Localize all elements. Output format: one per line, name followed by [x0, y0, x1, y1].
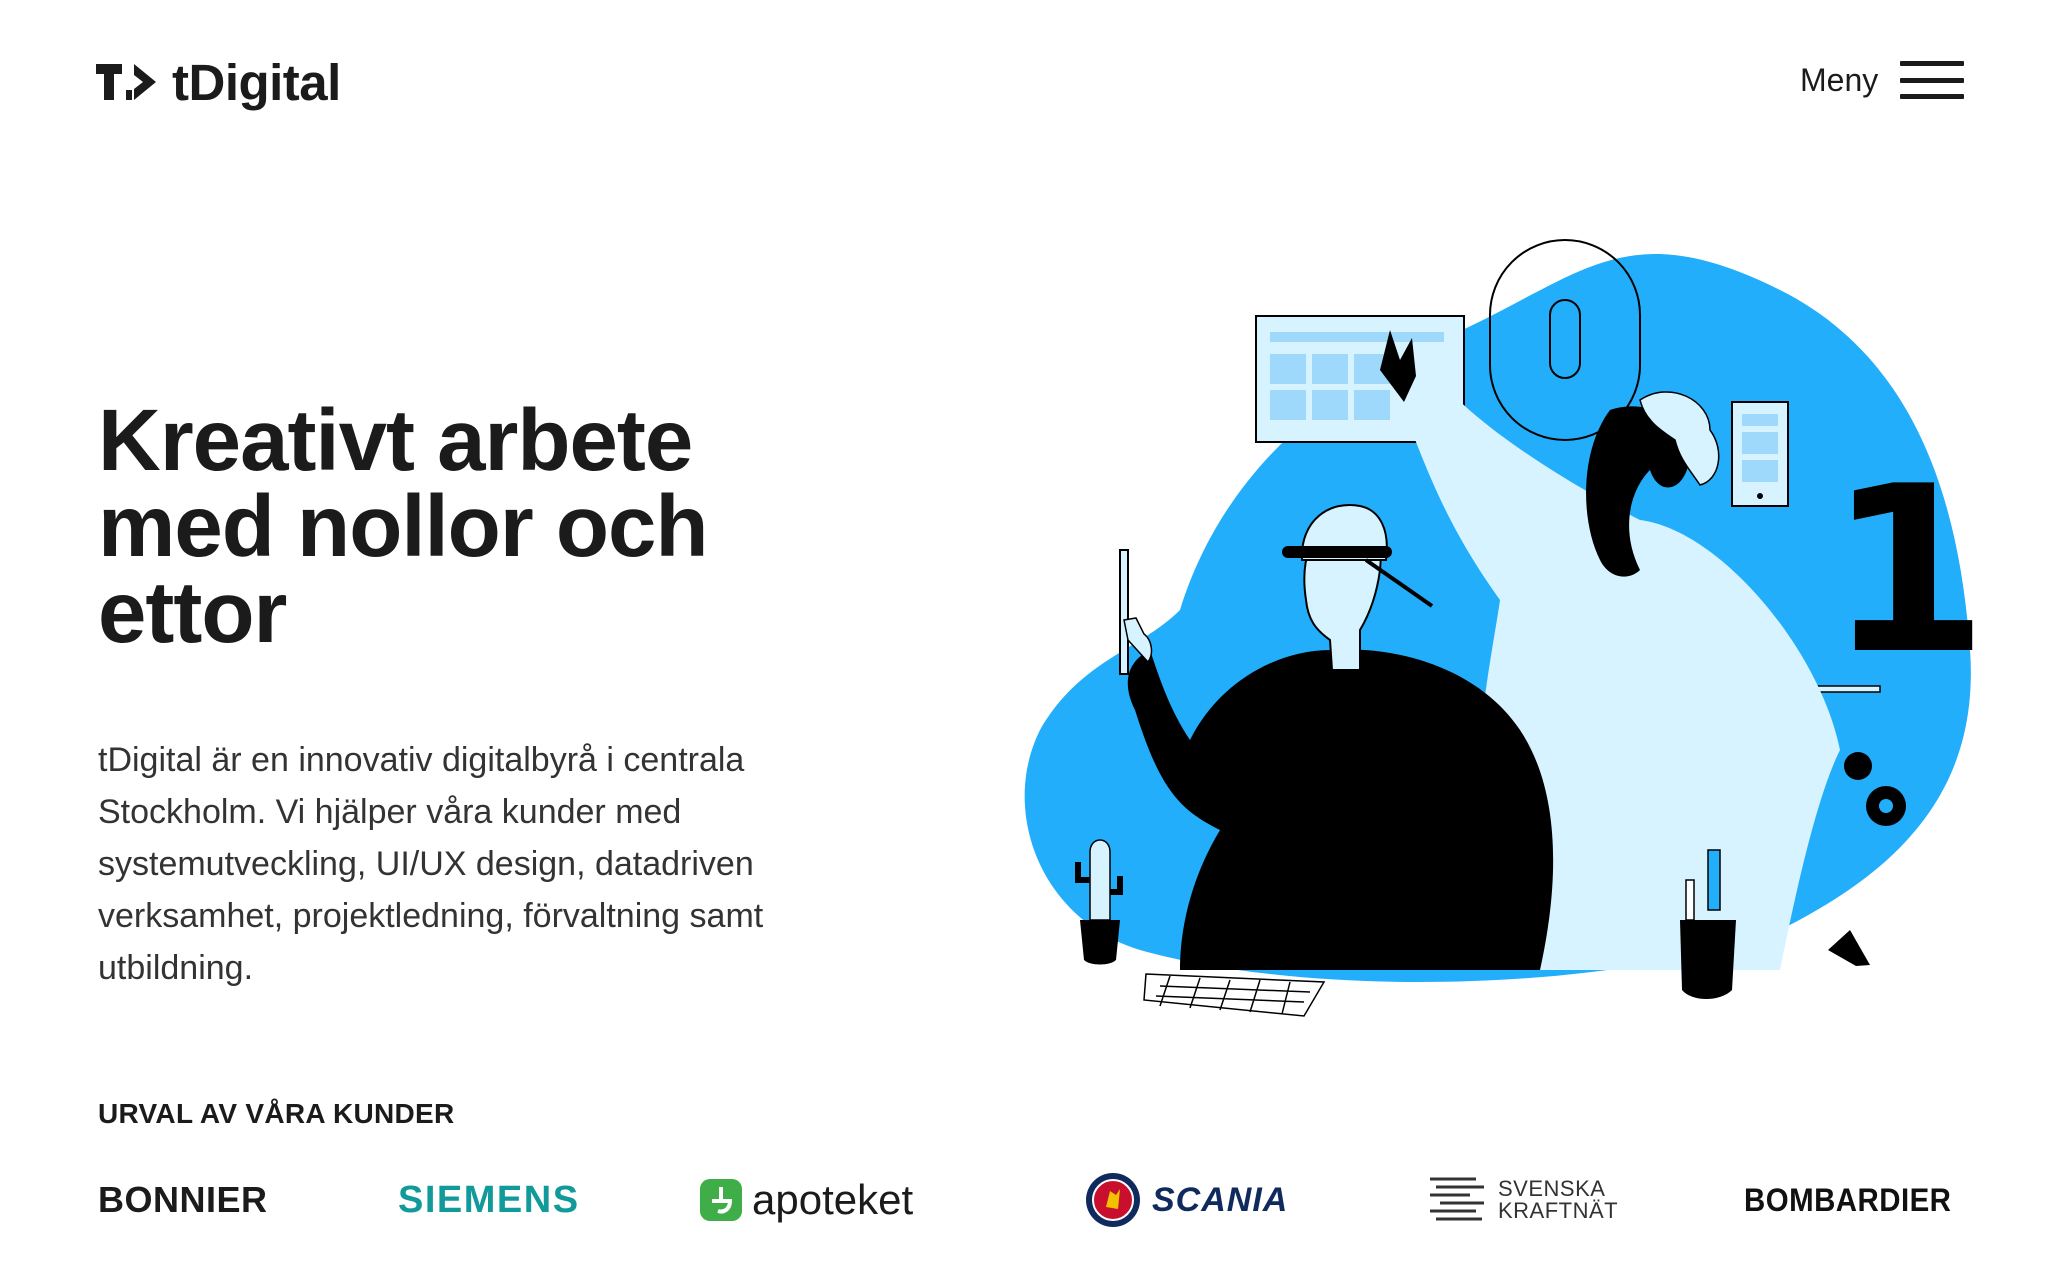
client-logo-bombardier[interactable]: BOMBARDIER [1744, 1150, 1951, 1250]
brand-name: tDigital [172, 53, 341, 111]
tdigital-logo-icon [96, 64, 156, 100]
phone-icon [1731, 401, 1789, 507]
site-header: tDigital Meny [0, 0, 2056, 160]
svk-wave-icon [1430, 1177, 1484, 1221]
client-logo-bonnier[interactable]: BONNIER [98, 1150, 268, 1250]
client-name-line: KRAFTNÄT [1498, 1198, 1619, 1223]
client-name: SCANIA [1152, 1180, 1289, 1219]
hero-illustration: 1 [1024, 239, 1980, 1017]
client-name: BOMBARDIER [1744, 1181, 1952, 1218]
hero-description: tDigital är en innovativ digitalbyrå i c… [98, 741, 764, 987]
client-name: apoteket [752, 1176, 914, 1223]
client-logo-siemens[interactable]: SIEMENS [398, 1150, 580, 1250]
hero-title-line: Kreativt arbete [98, 392, 693, 489]
scania-griffin-icon [1086, 1173, 1140, 1227]
client-name: SIEMENS [398, 1178, 580, 1221]
clients-heading: URVAL AV VÅRA KUNDER [98, 1098, 455, 1129]
hero-title-line: med nollor och [98, 478, 709, 575]
hero-title-line: ettor [98, 564, 287, 661]
apoteket-cross-icon [700, 1179, 742, 1221]
client-logo-scania[interactable]: SCANIA [1084, 1150, 1288, 1250]
menu-button[interactable]: Meny [1800, 54, 1965, 106]
client-logo-apoteket[interactable]: apoteket [700, 1150, 913, 1250]
hamburger-icon [1900, 61, 1965, 99]
client-name: SVENSKA KRAFTNÄT [1498, 1178, 1618, 1222]
brand-logo[interactable]: tDigital [96, 52, 341, 112]
keyboard-icon [1143, 973, 1326, 1017]
hero-title: Kreativt arbete med nollor och ettor [98, 397, 798, 656]
menu-label: Meny [1800, 61, 1879, 98]
client-name: BONNIER [98, 1179, 268, 1220]
client-logo-svenska-kraftnat[interactable]: SVENSKA KRAFTNÄT [1426, 1150, 1618, 1250]
clients-logos: BONNIER SIEMENS apoteket SCANIA SVENSKA … [0, 1150, 2056, 1250]
digit-one: 1 [1828, 438, 1980, 705]
client-name-line: SVENSKA [1498, 1176, 1606, 1201]
